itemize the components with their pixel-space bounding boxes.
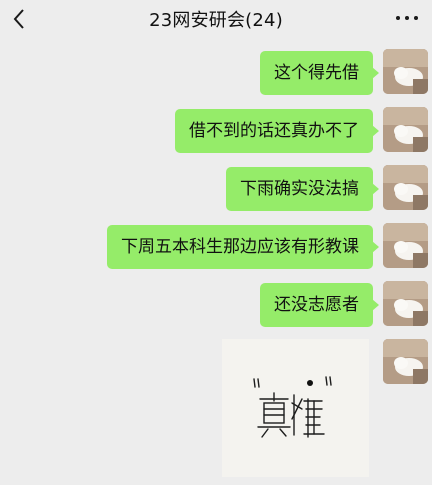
more-dots-icon — [396, 16, 400, 20]
avatar[interactable] — [383, 165, 428, 210]
avatar[interactable] — [383, 49, 428, 94]
handwritten-characters-image — [222, 339, 369, 477]
more-options-button[interactable] — [392, 6, 422, 30]
avatar[interactable] — [383, 339, 428, 384]
avatar[interactable] — [383, 281, 428, 326]
message-bubble[interactable]: 借不到的话还真办不了 — [175, 109, 379, 153]
cat-avatar-icon — [383, 281, 428, 326]
cat-avatar-icon — [383, 339, 428, 384]
cat-avatar-icon — [383, 165, 428, 210]
message-bubble[interactable]: 这个得先借 — [260, 51, 379, 95]
cat-avatar-icon — [383, 49, 428, 94]
cat-avatar-icon — [383, 223, 428, 268]
chat-title: 23网安研会(24) — [149, 10, 283, 31]
avatar[interactable] — [383, 107, 428, 152]
cat-avatar-icon — [383, 107, 428, 152]
avatar[interactable] — [383, 223, 428, 268]
message-bubble[interactable]: 下周五本科生那边应该有形教课 — [107, 225, 379, 269]
message-bubble[interactable]: 还没志愿者 — [260, 283, 379, 327]
chat-header: 23网安研会(24) — [0, 0, 432, 40]
image-message[interactable] — [222, 339, 369, 477]
message-bubble[interactable]: 下雨确实没法搞 — [226, 167, 379, 211]
